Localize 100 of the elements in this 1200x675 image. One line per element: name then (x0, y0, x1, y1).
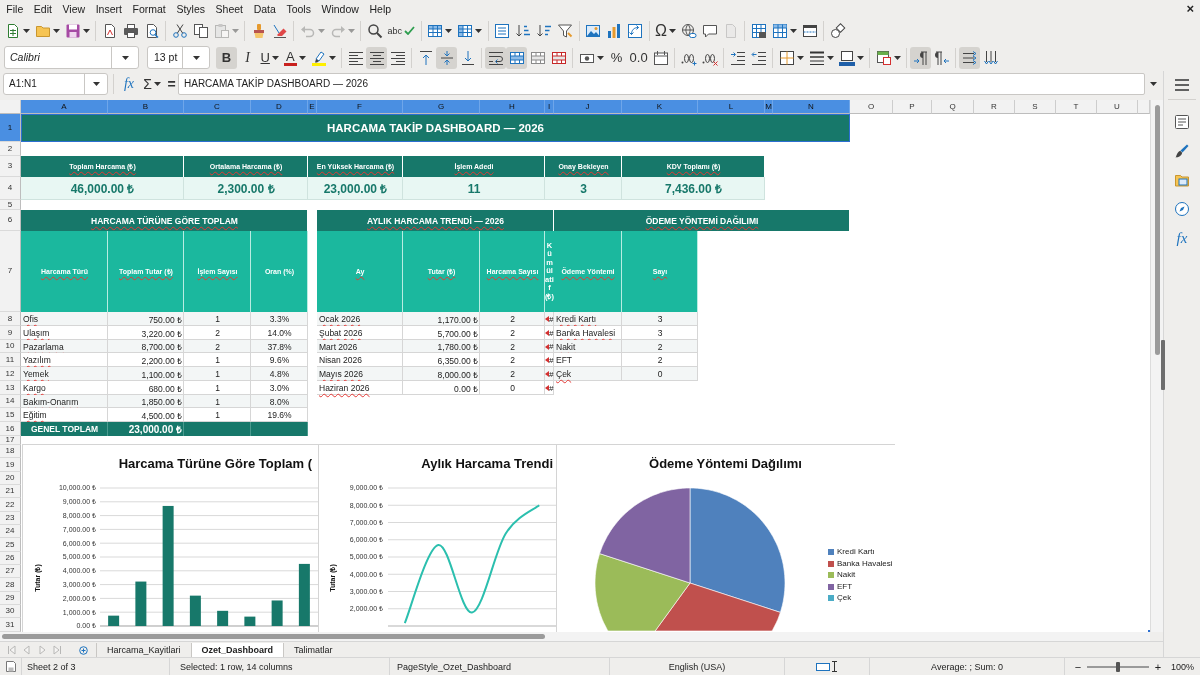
menu-item[interactable]: Insert (90, 1, 128, 16)
row-header[interactable]: 18 (0, 445, 21, 459)
column-header[interactable]: C (184, 100, 251, 114)
row-header[interactable]: 11 (0, 353, 21, 367)
row-header[interactable]: 4 (0, 177, 21, 200)
slider-thumb[interactable] (1116, 661, 1120, 672)
column-header[interactable]: S (1015, 100, 1056, 114)
add-sheet-button[interactable] (76, 643, 90, 657)
sheet-tab[interactable]: Ozet_Dashboard (190, 642, 284, 658)
menu-item[interactable]: View (57, 1, 91, 16)
row-header[interactable]: 21 (0, 485, 21, 499)
row-header[interactable]: 15 (0, 408, 21, 422)
scroll-thumb[interactable] (1155, 105, 1160, 355)
row-header[interactable]: 16 (0, 422, 21, 436)
last-arrow-icon (51, 645, 62, 655)
split-cells-icon (550, 49, 567, 66)
row-header[interactable]: 7 (0, 231, 21, 312)
column-header[interactable]: O (850, 100, 893, 114)
font-size-field[interactable]: 13 pt (147, 46, 210, 69)
column-header[interactable]: Q (932, 100, 974, 114)
outdent-icon (750, 49, 767, 66)
name-box[interactable]: A1:N1 (3, 73, 108, 95)
function-wizard-button[interactable]: fx (119, 73, 139, 95)
row-header[interactable]: 3 (0, 156, 21, 177)
row-header[interactable]: 2 (0, 142, 21, 156)
formula-input[interactable]: HARCAMA TAKİP DASHBOARD — 2026 (178, 73, 1145, 95)
text-horizontal-button[interactable] (959, 46, 981, 69)
menu-item[interactable]: Tools (281, 1, 317, 16)
row-header[interactable]: 13 (0, 381, 21, 395)
column-header[interactable]: U (1097, 100, 1138, 114)
column-header[interactable]: B (108, 100, 184, 114)
column-header[interactable]: N (773, 100, 850, 114)
menu-item[interactable]: Window (316, 1, 365, 16)
vertical-scrollbar[interactable] (1150, 100, 1163, 632)
column-header[interactable]: P (893, 100, 932, 114)
row-header[interactable]: 6 (0, 210, 21, 231)
row-header[interactable]: 1 (0, 114, 21, 142)
column-header[interactable]: I (545, 100, 554, 114)
standard-format-button[interactable]: 0.0 (627, 46, 651, 69)
row-header[interactable]: 28 (0, 578, 21, 592)
funnel-icon (557, 22, 573, 39)
menu-item[interactable]: Edit (28, 1, 58, 16)
row-header[interactable]: 9 (0, 326, 21, 340)
table-cell: Kargo (21, 381, 108, 395)
formula-button[interactable]: = (165, 73, 178, 95)
menu-item[interactable]: Sheet (210, 1, 249, 16)
row-header[interactable]: 25 (0, 538, 21, 552)
row-header[interactable]: 10 (0, 340, 21, 353)
column-header[interactable]: G (403, 100, 480, 114)
row-header[interactable]: 24 (0, 525, 21, 539)
menu-item[interactable]: File (1, 1, 29, 16)
menu-item[interactable]: Format (127, 1, 172, 16)
row-header[interactable]: 27 (0, 565, 21, 579)
column-header[interactable]: R (974, 100, 1015, 114)
spelling-button[interactable]: abc (385, 19, 418, 42)
font-name-field[interactable]: Calibri (4, 46, 139, 69)
row-header[interactable]: 31 (0, 618, 21, 632)
underline-button[interactable]: U (258, 46, 282, 69)
cell-value: # (549, 328, 554, 338)
column-header[interactable]: J (554, 100, 622, 114)
font-color-button[interactable]: A (281, 46, 309, 69)
legend-label: EFT (837, 582, 853, 591)
column-header[interactable]: A (21, 100, 108, 114)
merge-center-button[interactable] (506, 46, 528, 69)
bold-button[interactable]: B (216, 46, 237, 69)
row-header[interactable]: 22 (0, 498, 21, 512)
row-header[interactable]: 12 (0, 367, 21, 381)
column-header[interactable]: H (480, 100, 545, 114)
left-to-right-button[interactable] (910, 46, 932, 69)
sum-button[interactable]: Σ (139, 73, 165, 95)
column-header[interactable]: F (317, 100, 403, 114)
caret-icon (231, 28, 239, 33)
close-button[interactable]: × (1186, 1, 1194, 16)
row-header[interactable]: 8 (0, 312, 21, 326)
column-header[interactable]: T (1056, 100, 1097, 114)
functions-button[interactable]: fx (1170, 227, 1194, 249)
column-header[interactable]: D (251, 100, 308, 114)
language[interactable]: English (USA) (668, 661, 726, 672)
wrap-text-button[interactable] (485, 46, 507, 69)
horizontal-scrollbar[interactable] (0, 632, 1150, 641)
align-center-button[interactable] (366, 46, 388, 69)
row-header[interactable]: 19 (0, 458, 21, 472)
menu-item[interactable]: Styles (171, 1, 211, 16)
column-header[interactable]: K (622, 100, 698, 114)
sheet-tab[interactable]: Harcama_Kayitlari (96, 642, 191, 658)
scroll-thumb[interactable] (2, 634, 545, 639)
percent-button[interactable]: % (606, 46, 628, 69)
column-header[interactable]: L (698, 100, 765, 114)
menu-item[interactable]: Data (248, 1, 282, 16)
row-header[interactable]: 14 (0, 395, 21, 408)
sidebar-handle[interactable] (1161, 340, 1165, 390)
row-header[interactable]: 5 (0, 200, 21, 210)
zoom-in-button[interactable]: + (1153, 660, 1163, 673)
special-character-button[interactable]: Ω (652, 19, 679, 42)
row-header[interactable]: 30 (0, 605, 21, 619)
sheet-tab[interactable]: Talimatlar (283, 642, 343, 658)
italic-button[interactable]: I (237, 46, 258, 69)
caret-icon (82, 28, 90, 33)
menu-item[interactable]: Help (364, 1, 397, 16)
zoom-out-button[interactable]: − (1073, 660, 1083, 673)
